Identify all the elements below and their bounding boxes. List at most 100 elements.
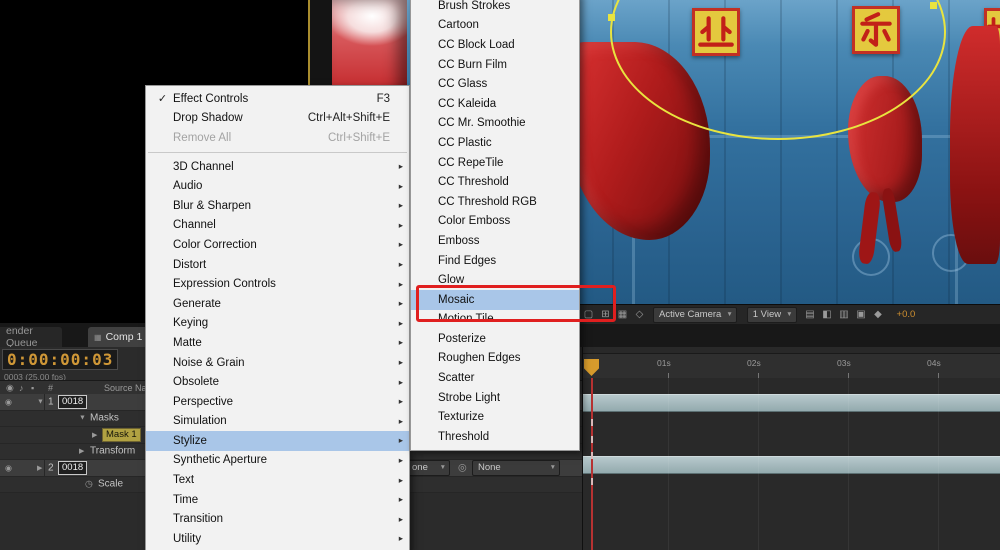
submenu-item-label: Scatter xyxy=(438,372,475,385)
menu-item-audio[interactable]: Audio ▸ xyxy=(146,176,409,196)
twirl-closed-icon[interactable]: ▶ xyxy=(37,464,42,472)
view-options-icon[interactable]: ▤ xyxy=(802,306,819,323)
menu-item-color-correction[interactable]: Color Correction ▸ xyxy=(146,235,409,255)
menu-item-label: Channel xyxy=(173,219,216,232)
view-layout-value: 1 View xyxy=(752,309,782,320)
submenu-item-label: CC RepeTile xyxy=(438,156,504,169)
submenu-item-strobe-light[interactable]: Strobe Light xyxy=(411,388,579,408)
eye-icon[interactable]: ◉ xyxy=(5,463,12,472)
menu-item-synthetic-aperture[interactable]: Synthetic Aperture ▸ xyxy=(146,451,409,471)
layer-name[interactable]: 0018 xyxy=(58,394,88,409)
menu-item-label: Blur & Sharpen xyxy=(173,199,251,212)
submenu-item-label: CC Glass xyxy=(438,78,488,91)
parent-value: None xyxy=(478,462,501,474)
submenu-item-cc-burn-film[interactable]: CC Burn Film xyxy=(411,55,579,75)
submenu-item-cartoon[interactable]: Cartoon xyxy=(411,16,579,36)
submenu-item-threshold[interactable]: Threshold xyxy=(411,427,579,447)
mask-name[interactable]: Mask 1 xyxy=(102,427,141,442)
twirl-closed-icon[interactable]: ▶ xyxy=(92,431,97,439)
mask-vertex-handle[interactable] xyxy=(608,14,615,21)
menu-item-channel[interactable]: Channel ▸ xyxy=(146,216,409,236)
mask-visibility-icon[interactable]: ◇ xyxy=(631,306,648,323)
tab-label: ender Queue xyxy=(6,325,38,349)
pixel-aspect-icon[interactable]: ▣ xyxy=(853,306,870,323)
submenu-item-label: Texturize xyxy=(438,411,485,424)
transparency-grid-icon[interactable]: ▦ xyxy=(614,306,631,323)
tab-render-queue[interactable]: ender Queue xyxy=(0,325,62,349)
menu-item-text[interactable]: Text ▸ xyxy=(146,470,409,490)
menu-item-label: Stylize xyxy=(173,434,207,447)
menu-item-noise-grain[interactable]: Noise & Grain ▸ xyxy=(146,353,409,373)
eye-icon[interactable]: ◉ xyxy=(5,397,12,406)
channels-icon[interactable]: ◧ xyxy=(819,306,836,323)
keyframe-marker[interactable]: I xyxy=(586,418,598,429)
layer-name[interactable]: 0018 xyxy=(58,460,88,475)
keyframe-marker[interactable]: I xyxy=(586,451,598,462)
parent-pickwhip-icon[interactable]: ◎ xyxy=(458,462,467,473)
submenu-item-cc-block-load[interactable]: CC Block Load xyxy=(411,35,579,55)
menu-item-expression-controls[interactable]: Expression Controls ▸ xyxy=(146,274,409,294)
submenu-item-cc-glass[interactable]: CC Glass xyxy=(411,74,579,94)
twirl-open-icon[interactable]: ▼ xyxy=(37,398,44,405)
menu-item-stylize[interactable]: Stylize ▸ xyxy=(146,431,409,451)
menu-item-3d-channel[interactable]: 3D Channel ▸ xyxy=(146,157,409,177)
submenu-item-cc-repetile[interactable]: CC RepeTile xyxy=(411,153,579,173)
menu-item-label: Obsolete xyxy=(173,376,220,389)
parent-select[interactable]: None ▼ xyxy=(472,459,560,476)
submenu-item-find-edges[interactable]: Find Edges xyxy=(411,251,579,271)
current-time-indicator-head[interactable] xyxy=(584,359,599,376)
submenu-item-brush-strokes[interactable]: Brush Strokes xyxy=(411,0,579,16)
submenu-item-posterize[interactable]: Posterize xyxy=(411,329,579,349)
submenu-item-label: CC Threshold RGB xyxy=(438,195,537,208)
keyframe-marker[interactable]: I xyxy=(586,435,598,446)
exposure-value[interactable]: +0.0 xyxy=(897,309,916,320)
submenu-item-cc-kaleida[interactable]: CC Kaleida xyxy=(411,94,579,114)
menu-item-perspective[interactable]: Perspective ▸ xyxy=(146,392,409,412)
menu-item-remove-all[interactable]: Remove All Ctrl+Shift+E xyxy=(146,128,409,148)
keyframe-marker[interactable]: I xyxy=(586,477,598,488)
group-label: Masks xyxy=(90,412,119,424)
submenu-item-texturize[interactable]: Texturize xyxy=(411,407,579,427)
current-timecode[interactable]: 0:00:00:03 xyxy=(2,349,119,370)
chevron-down-icon: ▼ xyxy=(786,311,793,318)
menu-item-time[interactable]: Time ▸ xyxy=(146,490,409,510)
submenu-arrow-icon: ▸ xyxy=(398,454,403,465)
submenu-item-color-emboss[interactable]: Color Emboss xyxy=(411,212,579,232)
menu-item-generate[interactable]: Generate ▸ xyxy=(146,294,409,314)
menu-item-keying[interactable]: Keying ▸ xyxy=(146,314,409,334)
menu-item-blur-sharpen[interactable]: Blur & Sharpen ▸ xyxy=(146,196,409,216)
submenu-item-cc-plastic[interactable]: CC Plastic xyxy=(411,133,579,153)
menu-item-obsolete[interactable]: Obsolete ▸ xyxy=(146,372,409,392)
submenu-item-cc-threshold[interactable]: CC Threshold xyxy=(411,172,579,192)
current-time-indicator-line[interactable] xyxy=(591,378,593,550)
menu-shortcut: Ctrl+Alt+Shift+E xyxy=(307,112,390,125)
submenu-item-roughen-edges[interactable]: Roughen Edges xyxy=(411,349,579,369)
camera-select[interactable]: Active Camera ▼ xyxy=(653,306,737,323)
twirl-open-icon[interactable]: ▼ xyxy=(79,415,86,422)
menu-item-label: 3D Channel xyxy=(173,160,234,173)
menu-item-utility[interactable]: Utility ▸ xyxy=(146,529,409,549)
fast-previews-icon[interactable]: ◆ xyxy=(870,306,887,323)
menu-item-matte[interactable]: Matte ▸ xyxy=(146,333,409,353)
submenu-arrow-icon: ▸ xyxy=(398,435,403,446)
twirl-closed-icon[interactable]: ▶ xyxy=(79,447,84,455)
eye-column-icon: ◉ xyxy=(6,382,14,393)
submenu-item-cc-mr-smoothie[interactable]: CC Mr. Smoothie xyxy=(411,114,579,134)
time-ruler[interactable]: 01s 02s 03s 04s xyxy=(583,353,1000,380)
menu-item-label: Keying xyxy=(173,317,209,330)
stopwatch-icon[interactable]: ◷ xyxy=(85,479,93,490)
menu-item-drop-shadow[interactable]: Drop Shadow Ctrl+Alt+Shift+E xyxy=(146,109,409,129)
submenu-item-label: CC Burn Film xyxy=(438,58,508,71)
mask-vertex-handle[interactable] xyxy=(930,2,937,9)
menu-item-simulation[interactable]: Simulation ▸ xyxy=(146,412,409,432)
track-matte-select[interactable]: one ▼ xyxy=(406,459,450,476)
menu-item-transition[interactable]: Transition ▸ xyxy=(146,509,409,529)
view-layout-select[interactable]: 1 View ▼ xyxy=(746,306,797,323)
menu-item-effect-controls[interactable]: ✓ Effect Controls F3 xyxy=(146,89,409,109)
submenu-arrow-icon: ▸ xyxy=(398,474,403,485)
menu-item-distort[interactable]: Distort ▸ xyxy=(146,255,409,275)
submenu-item-cc-threshold-rgb[interactable]: CC Threshold RGB xyxy=(411,192,579,212)
submenu-item-emboss[interactable]: Emboss xyxy=(411,231,579,251)
resolution-icon[interactable]: ▥ xyxy=(836,306,853,323)
submenu-item-scatter[interactable]: Scatter xyxy=(411,368,579,388)
